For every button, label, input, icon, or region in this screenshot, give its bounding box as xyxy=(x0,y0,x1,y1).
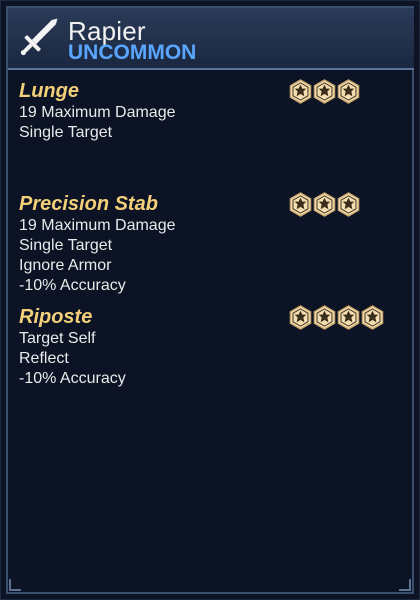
hex-energy-icon xyxy=(289,79,312,104)
hex-energy-icon xyxy=(289,305,312,330)
ability-effect: Reflect xyxy=(19,350,69,367)
hex-energy-icon xyxy=(337,79,360,104)
ability-cost xyxy=(289,305,384,330)
ability-effect: 19 Maximum Damage xyxy=(19,217,176,234)
ability-effect: Target Self xyxy=(19,330,96,347)
ability-cost xyxy=(289,192,360,217)
hex-energy-icon xyxy=(313,305,336,330)
ability-effect: Ignore Armor xyxy=(19,257,112,274)
item-tooltip-card: Rapier UNCOMMON Lunge 19 Maximum Damage … xyxy=(0,0,420,600)
item-rarity: UNCOMMON xyxy=(68,41,197,64)
ability-lunge: Lunge 19 Maximum Damage Single Target xyxy=(19,79,399,143)
frame-corner-ornament xyxy=(399,579,411,591)
ability-effect: -10% Accuracy xyxy=(19,370,126,387)
hex-energy-icon xyxy=(313,192,336,217)
item-header: Rapier UNCOMMON xyxy=(8,8,414,70)
hex-energy-icon xyxy=(361,305,384,330)
ability-effect: -10% Accuracy xyxy=(19,277,126,294)
hex-energy-icon xyxy=(337,305,360,330)
sword-icon xyxy=(20,18,58,56)
ability-effect: Single Target xyxy=(19,237,113,254)
frame-corner-ornament xyxy=(9,579,21,591)
ability-cost xyxy=(289,79,360,104)
ability-riposte: Riposte Target Self Reflect -10% Accurac… xyxy=(19,305,399,389)
hex-energy-icon xyxy=(313,79,336,104)
hex-energy-icon xyxy=(337,192,360,217)
ability-precision-stab: Precision Stab 19 Maximum Damage Single … xyxy=(19,192,399,296)
hex-energy-icon xyxy=(289,192,312,217)
ability-effect: 19 Maximum Damage xyxy=(19,104,176,121)
ability-effect: Single Target xyxy=(19,124,113,141)
